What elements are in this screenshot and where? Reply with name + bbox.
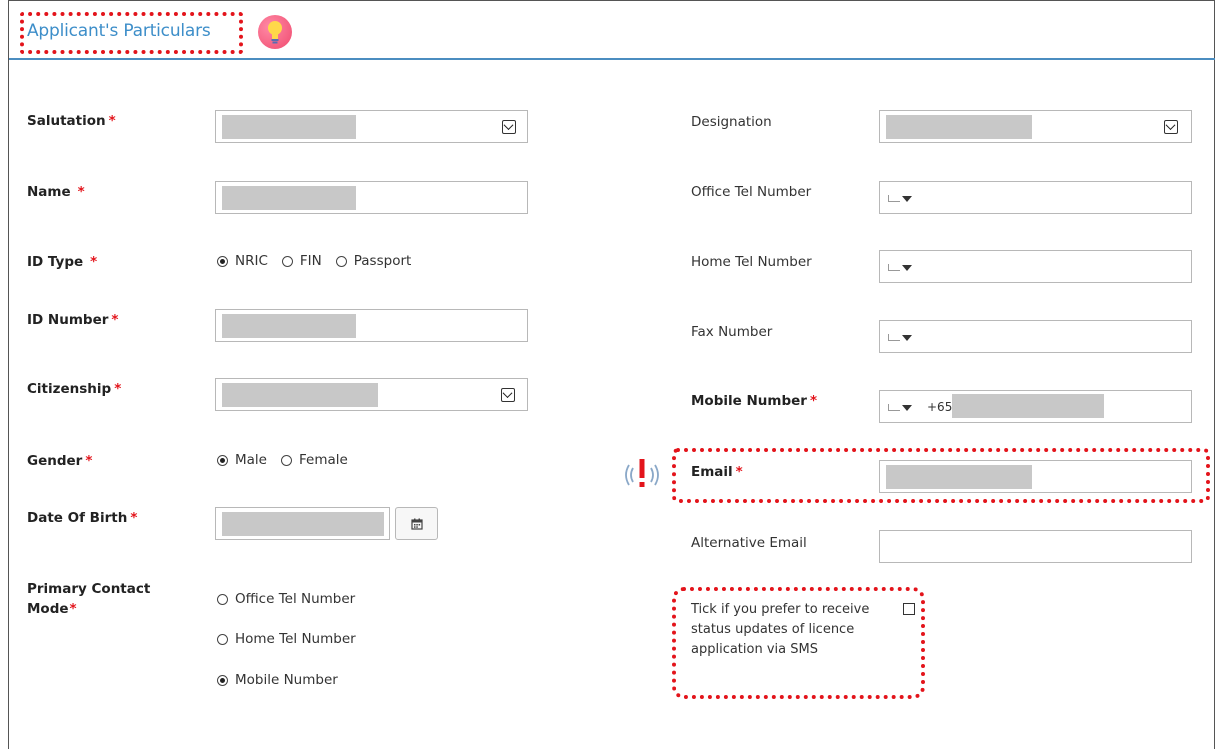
radio-female[interactable]: Female — [280, 452, 348, 468]
designation-select[interactable] — [879, 110, 1192, 143]
alt-email-label: Alternative Email — [691, 535, 807, 551]
radio-passport[interactable]: Passport — [335, 253, 411, 269]
mobile-prefix: +65 — [927, 400, 953, 414]
calendar-button[interactable] — [395, 507, 438, 540]
country-code-dropdown[interactable] — [888, 400, 912, 414]
radio-office-tel[interactable]: Office Tel Number — [217, 591, 355, 607]
name-input[interactable] — [215, 181, 528, 214]
lightbulb-icon[interactable] — [258, 15, 292, 49]
chevron-down-icon[interactable] — [501, 388, 515, 402]
salutation-select[interactable] — [215, 110, 528, 143]
radio-home-tel[interactable]: Home Tel Number — [217, 631, 356, 647]
home-tel-label: Home Tel Number — [691, 254, 812, 270]
country-code-dropdown[interactable] — [888, 330, 912, 344]
primary-contact-label: Primary Contact Mode* — [27, 581, 151, 617]
redacted-value — [222, 115, 356, 139]
home-tel-input[interactable] — [879, 250, 1192, 283]
office-tel-label: Office Tel Number — [691, 184, 812, 200]
section-title: Applicant's Particulars — [27, 21, 211, 41]
radio-male[interactable]: Male — [217, 452, 267, 468]
id-type-radio-group[interactable]: NRIC FIN Passport — [217, 253, 425, 269]
caret-down-icon — [902, 334, 912, 341]
caret-down-icon — [902, 195, 912, 202]
radio-icon[interactable] — [281, 255, 293, 267]
sms-opt-in-text: Tick if you prefer to receive status upd… — [691, 602, 870, 657]
office-tel-input[interactable] — [879, 181, 1192, 214]
redacted-value — [952, 394, 1104, 418]
redacted-value — [222, 314, 356, 338]
citizenship-label: Citizenship * — [27, 381, 122, 397]
salutation-label: Salutation * — [27, 113, 116, 129]
radio-nric[interactable]: NRIC — [217, 253, 268, 269]
radio-icon[interactable] — [217, 633, 228, 645]
radio-selected-icon[interactable] — [217, 674, 228, 686]
radio-selected-icon[interactable] — [217, 454, 228, 466]
flag-icon — [888, 264, 900, 271]
fax-input[interactable] — [879, 320, 1192, 353]
fax-label: Fax Number — [691, 324, 773, 340]
country-code-dropdown[interactable] — [888, 191, 912, 205]
radio-selected-icon[interactable] — [217, 255, 228, 267]
calendar-icon — [411, 518, 423, 530]
name-label: Name * — [27, 184, 85, 200]
radio-icon[interactable] — [280, 454, 292, 466]
redacted-value — [222, 383, 378, 407]
sms-opt-in-checkbox[interactable] — [903, 603, 915, 615]
designation-label: Designation — [691, 114, 772, 130]
redacted-value — [222, 512, 384, 536]
gender-label: Gender * — [27, 453, 93, 469]
dob-label: Date Of Birth * — [27, 510, 138, 526]
caret-down-icon — [902, 264, 912, 271]
redacted-value — [222, 186, 356, 210]
mobile-label: Mobile Number * — [691, 393, 817, 409]
citizenship-select[interactable] — [215, 378, 528, 411]
gender-radio-group[interactable]: Male Female — [217, 452, 362, 468]
caret-down-icon — [902, 404, 912, 411]
mobile-input[interactable]: +65 — [879, 390, 1192, 423]
flag-icon — [888, 334, 900, 341]
radio-mobile[interactable]: Mobile Number — [217, 672, 338, 688]
radio-fin[interactable]: FIN — [281, 253, 322, 269]
id-number-input[interactable] — [215, 309, 528, 342]
id-number-label: ID Number * — [27, 312, 119, 328]
country-code-dropdown[interactable] — [888, 260, 912, 274]
email-input[interactable] — [879, 460, 1192, 493]
chevron-down-icon[interactable] — [1164, 120, 1178, 134]
radio-icon[interactable] — [217, 593, 228, 605]
header-divider — [9, 58, 1215, 60]
alt-email-input[interactable] — [879, 530, 1192, 563]
chevron-down-icon[interactable] — [502, 120, 516, 134]
radio-icon[interactable] — [335, 255, 347, 267]
redacted-value — [886, 115, 1032, 139]
alert-icon — [621, 457, 663, 493]
redacted-value — [886, 465, 1032, 489]
dob-input[interactable] — [215, 507, 390, 540]
flag-icon — [888, 195, 900, 202]
id-type-label: ID Type * — [27, 254, 98, 270]
flag-icon — [888, 404, 900, 411]
email-label: Email * — [691, 464, 743, 480]
